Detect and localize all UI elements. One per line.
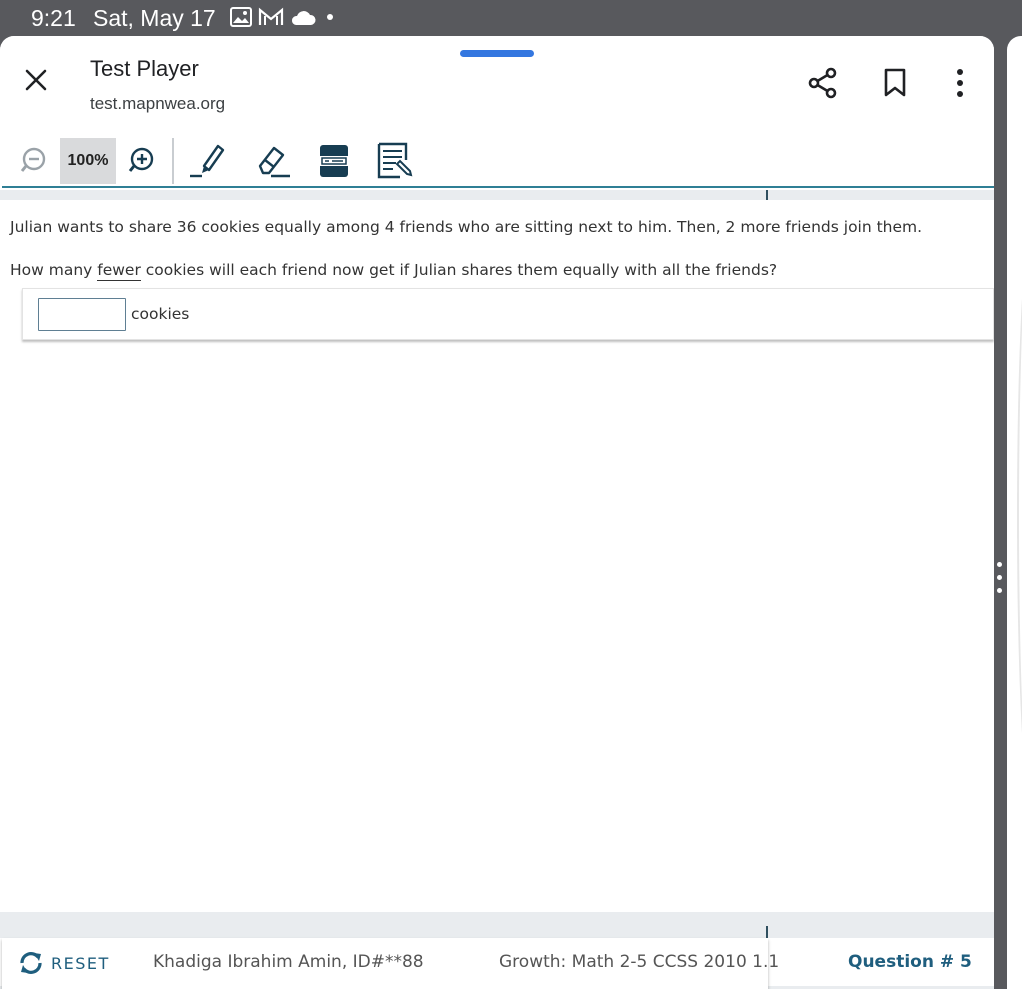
eraser-icon [258,146,290,178]
share-icon [808,67,837,99]
test-toolbar: 100% [2,134,994,188]
answer-container: cookies [22,288,994,340]
answer-unit-label: cookies [131,305,190,323]
student-info: Khadiga Ibrahim Amin, ID#**88 [153,952,424,972]
emphasis-word: fewer [97,261,141,281]
zoom-in-button[interactable] [124,138,160,184]
cloud-icon [291,11,316,25]
status-icons [230,7,316,27]
notepad-button[interactable] [374,138,418,184]
highlighter-icon [190,144,225,178]
page-url: test.mapnwea.org [90,94,226,113]
line-reader-icon [320,145,348,177]
toolbar-divider [172,138,174,184]
gmail-icon [258,7,284,25]
close-icon [25,69,47,91]
pane-divider[interactable] [766,190,768,200]
split-handle[interactable] [997,562,1002,593]
adjacent-window-edge [1007,36,1022,989]
zoom-out-button[interactable] [16,138,52,184]
zoom-in-icon [128,147,154,172]
browser-header: Test Player test.mapnwea.org [0,36,994,132]
question-number: Question # 5 [848,952,972,972]
page-title: Test Player [90,56,199,81]
test-name: Growth: Math 2-5 CCSS 2010 1.1 [499,952,780,972]
status-bar: 9:21 Sat, May 17 [0,0,1022,36]
page-gap [0,190,994,200]
browser-window: Test Player test.mapnwea.org 100% Julian… [0,36,994,989]
dot-indicator [327,14,333,20]
test-footer: RESET Khadiga Ibrahim Amin, ID#**88 Grow… [2,938,779,989]
drag-handle[interactable] [460,50,534,57]
answer-input[interactable] [38,298,126,331]
line-reader-button[interactable] [314,138,354,184]
test-page: 100% Julian wants to share 36 cookies eq… [0,132,994,989]
reset-button[interactable]: RESET [18,950,110,976]
close-button[interactable] [20,64,52,96]
eraser-button[interactable] [252,138,296,184]
zoom-level: 100% [60,138,116,184]
status-date: Sat, May 17 [93,5,216,31]
more-icon [957,69,963,97]
bookmark-button[interactable] [878,66,912,100]
reset-label: RESET [51,953,110,973]
notepad-icon [377,142,413,179]
highlighter-button[interactable] [186,138,230,184]
footer-pane-divider [766,926,768,938]
more-button[interactable] [943,66,977,100]
gallery-icon [230,7,252,27]
question-prompt: How many fewer cookies will each friend … [10,261,778,281]
bottom-gap [0,926,994,938]
question-area: Julian wants to share 36 cookies equally… [0,200,994,840]
status-time: 9:21 [31,5,76,31]
zoom-out-icon [20,147,46,172]
question-text: Julian wants to share 36 cookies equally… [10,218,923,236]
reset-icon [20,952,42,974]
bookmark-icon [884,68,906,97]
share-button[interactable] [806,66,840,100]
